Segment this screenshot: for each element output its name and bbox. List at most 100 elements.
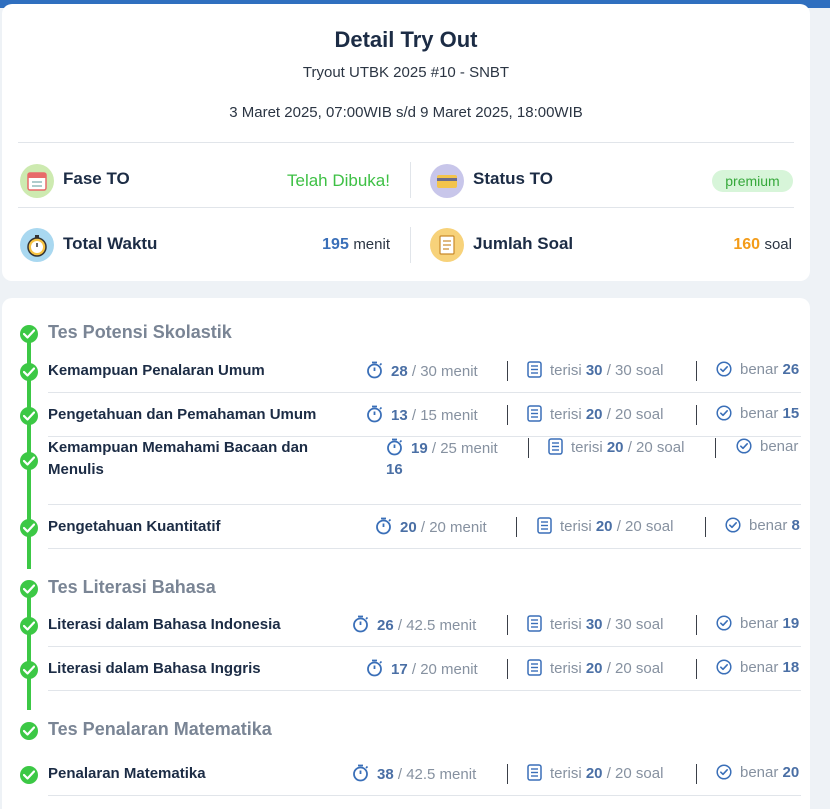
correct-count: 8 — [791, 517, 800, 534]
list-icon — [527, 405, 542, 426]
timer-icon — [386, 438, 403, 460]
check-circle-icon — [716, 361, 732, 381]
subtest-name[interactable]: Literasi dalam Bahasa Inggris — [48, 658, 261, 680]
list-icon — [548, 438, 563, 459]
filled-prefix: terisi — [550, 765, 586, 782]
waktu-unit: menit — [353, 236, 390, 253]
subtest-name[interactable]: Penalaran Matematika — [48, 763, 206, 785]
row-divider — [48, 548, 801, 549]
time-used: 19 — [411, 440, 428, 457]
correct-prefix: benar — [740, 405, 783, 422]
separator — [696, 659, 697, 679]
subtest-name[interactable]: Kemampuan Memahami Bacaan dan Menulis — [48, 437, 348, 481]
detail-card: Detail Try Out Tryout UTBK 2025 #10 - SN… — [2, 4, 810, 281]
stopwatch-icon — [20, 228, 54, 262]
filled-prefix: terisi — [550, 616, 586, 633]
time-total: / 20 menit — [416, 519, 487, 536]
filled-total: / 20 soal — [623, 439, 685, 456]
correct-count: 16 — [386, 461, 403, 478]
time-total: / 30 menit — [407, 363, 478, 380]
check-circle-icon — [716, 405, 732, 425]
row-divider — [48, 392, 801, 393]
correct-metric: benar 20 — [716, 764, 799, 784]
calendar-icon — [20, 164, 54, 198]
check-circle-icon — [736, 438, 752, 458]
filled-total: / 30 soal — [602, 616, 664, 633]
list-icon — [537, 517, 552, 538]
correct-prefix: benar — [740, 764, 783, 781]
separator — [696, 361, 697, 381]
correct-metric: benar 18 — [716, 659, 799, 679]
filled-metric: terisi 30 / 30 soal — [527, 615, 663, 636]
separator — [507, 659, 508, 679]
soal-label: Jumlah Soal — [473, 234, 574, 253]
separator — [696, 405, 697, 425]
separator — [507, 361, 508, 381]
filled-total: / 20 soal — [602, 406, 664, 423]
separator — [715, 438, 716, 458]
separator — [705, 517, 706, 537]
timer-icon — [352, 764, 369, 786]
correct-count: 26 — [782, 361, 800, 378]
row-divider — [48, 504, 801, 505]
check-icon — [20, 519, 38, 537]
fase-value: Telah Dibuka! — [286, 171, 390, 190]
separator — [528, 438, 529, 458]
timeline-line — [27, 588, 31, 710]
time-total: / 15 menit — [407, 407, 478, 424]
section-title: Tes Potensi Skolastik — [48, 322, 232, 342]
soal-value: 160 soal — [733, 236, 792, 254]
section-title: Tes Literasi Bahasa — [48, 577, 216, 597]
time-used: 13 — [391, 407, 408, 424]
separator — [516, 517, 517, 537]
correct-count: 18 — [782, 659, 800, 676]
filled-count: 20 — [585, 660, 603, 677]
filled-count: 20 — [585, 765, 603, 782]
check-icon — [20, 722, 38, 740]
check-icon — [20, 766, 38, 784]
subtest-name[interactable]: Kemampuan Penalaran Umum — [48, 360, 265, 382]
page-title: Detail Try Out — [334, 27, 478, 52]
filled-prefix: terisi — [550, 660, 586, 677]
section-title: Tes Penalaran Matematika — [48, 719, 272, 739]
subtest-name[interactable]: Literasi dalam Bahasa Indonesia — [48, 614, 281, 636]
waktu-label: Total Waktu — [63, 234, 158, 253]
check-icon — [20, 452, 38, 470]
check-icon — [20, 580, 38, 598]
check-circle-icon — [716, 659, 732, 679]
filled-metric: terisi 20 / 20 soal — [527, 405, 663, 426]
time-total: / 42.5 menit — [393, 617, 477, 634]
filled-count: 20 — [606, 439, 624, 456]
check-icon — [20, 325, 38, 343]
separator — [696, 764, 697, 784]
timer-icon — [375, 517, 392, 539]
check-circle-icon — [716, 764, 732, 784]
subtest-name[interactable]: Pengetahuan Kuantitatif — [48, 516, 221, 538]
divider — [18, 207, 794, 208]
time-used: 20 — [400, 519, 417, 536]
list-icon — [527, 361, 542, 382]
row-divider — [48, 690, 801, 691]
correct-metric: benar — [736, 438, 798, 458]
divider — [18, 142, 794, 143]
list-icon — [527, 659, 542, 680]
subtest-name[interactable]: Pengetahuan dan Pemahaman Umum — [48, 404, 316, 426]
correct-prefix: benar — [740, 659, 783, 676]
time-used: 17 — [391, 661, 408, 678]
row-divider — [48, 795, 801, 796]
filled-total: / 20 soal — [602, 660, 664, 677]
correct-metric: benar 15 — [716, 405, 799, 425]
filled-total: / 30 soal — [602, 362, 664, 379]
card-icon — [430, 164, 464, 198]
time-metric: 28 / 30 menit — [366, 361, 478, 383]
filled-prefix: terisi — [550, 362, 586, 379]
correct-metric: benar 26 — [716, 361, 799, 381]
filled-total: / 20 soal — [602, 765, 664, 782]
time-metric: 13 / 15 menit — [366, 405, 478, 427]
filled-count: 30 — [585, 362, 603, 379]
list-icon — [527, 764, 542, 785]
time-metric: 20 / 20 menit — [375, 517, 487, 539]
time-total: / 20 menit — [407, 661, 478, 678]
list-icon — [527, 615, 542, 636]
time-total: / 25 menit — [427, 440, 498, 457]
